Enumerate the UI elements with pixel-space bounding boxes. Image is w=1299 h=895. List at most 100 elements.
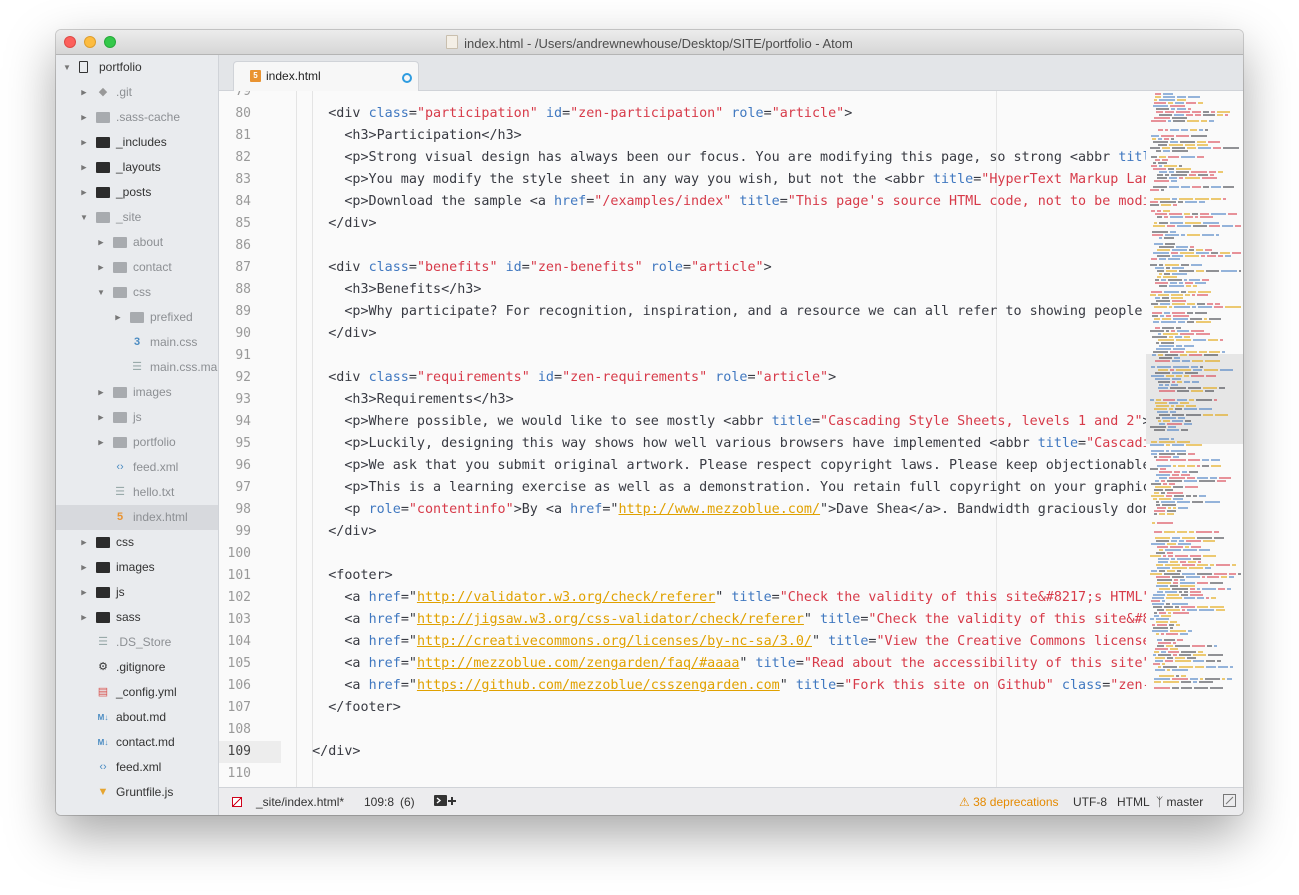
line-number[interactable]: 104 (219, 631, 251, 653)
chevron-right-icon[interactable]: ▶ (97, 258, 105, 278)
chevron-right-icon[interactable]: ▶ (80, 83, 88, 103)
deprecation-warning[interactable]: ⚠ 38 deprecations (959, 795, 1059, 809)
chevron-down-icon[interactable]: ▼ (80, 206, 89, 229)
line-number[interactable]: 98 (219, 499, 251, 521)
line-number-gutter[interactable]: 79 80 81 82 83 84 85 86 87 88 89 90 91 92 93 94 95 96 97 98… (219, 91, 281, 787)
tree-item[interactable]: 3 main.css (56, 330, 218, 355)
tab-index-html[interactable]: 5 index.html (233, 61, 419, 91)
code-line[interactable]: </footer> (296, 697, 401, 719)
tree-item[interactable]: ▶ portfolio (56, 430, 218, 455)
code-line[interactable]: <p>Why participate? For recognition, ins… (296, 301, 1146, 323)
code-line[interactable]: </div> (296, 741, 360, 763)
code-line[interactable]: <p>Download the sample <a href = "/example… (296, 191, 1146, 213)
linter-error-icon[interactable] (232, 797, 242, 807)
line-number[interactable]: 88 (219, 279, 251, 301)
diff-icon[interactable] (1223, 794, 1236, 810)
line-number[interactable]: 105 (219, 653, 251, 675)
chevron-right-icon[interactable]: ▶ (80, 133, 88, 153)
tree-item[interactable]: ▶ _posts (56, 180, 218, 205)
tree-item[interactable]: ▶ _layouts (56, 155, 218, 180)
modified-indicator-icon[interactable] (402, 73, 412, 83)
git-branch[interactable]: ᛉ master (1156, 795, 1203, 809)
chevron-down-icon[interactable]: ▼ (63, 56, 72, 79)
line-number[interactable]: 109 (219, 741, 251, 763)
line-number[interactable]: 100 (219, 543, 251, 565)
tree-item[interactable]: ▼ portfolio (56, 55, 218, 80)
tree-item[interactable]: ⚙ .gitignore (56, 655, 218, 680)
tree-item[interactable]: ‹› feed.xml (56, 455, 218, 480)
code-link[interactable]: http://creativecommons.org/licenses/by-n… (417, 634, 812, 649)
line-number[interactable]: 85 (219, 213, 251, 235)
line-number[interactable]: 90 (219, 323, 251, 345)
line-number[interactable]: 79 (219, 91, 251, 103)
text-editor[interactable]: 79 80 81 82 83 84 85 86 87 88 89 90 91 92 93 94 95 96 97 98… (219, 91, 1243, 787)
code-line[interactable]: </div> (296, 521, 376, 543)
line-number[interactable]: 107 (219, 697, 251, 719)
line-number[interactable]: 92 (219, 367, 251, 389)
line-number[interactable]: 81 (219, 125, 251, 147)
encoding[interactable]: UTF-8 (1073, 795, 1107, 809)
line-number[interactable]: 80 (219, 103, 251, 125)
code-line[interactable]: <p role="contentinfo">By <a href="http:/… (296, 499, 1146, 521)
line-number[interactable]: 102 (219, 587, 251, 609)
chevron-right-icon[interactable]: ▶ (80, 183, 88, 203)
code-line[interactable]: <p>This is a learning exercise as well a… (296, 477, 1146, 499)
tree-view[interactable]: ▼ portfolio ▶ ◆ .git ▶ .sass-cache ▶ _includes ▶ _… (56, 55, 219, 815)
code-line[interactable]: <a href="http://jigsaw.w3.org/css-valida… (296, 609, 1146, 631)
tree-item[interactable]: ▶ contact (56, 255, 218, 280)
code-line[interactable]: <footer> (296, 565, 393, 587)
line-number[interactable]: 89 (219, 301, 251, 323)
tree-item[interactable]: ▶ sass (56, 605, 218, 630)
tree-item[interactable]: M↓ contact.md (56, 730, 218, 755)
chevron-right-icon[interactable]: ▶ (97, 233, 105, 253)
tree-item[interactable]: ☰ .DS_Store (56, 630, 218, 655)
tree-item[interactable]: ▼ css (56, 280, 218, 305)
tree-item[interactable]: ‹› feed.xml (56, 755, 218, 780)
line-number[interactable]: 103 (219, 609, 251, 631)
code-line[interactable]: <div class="requirements" id="zen-requir… (296, 367, 836, 389)
chevron-right-icon[interactable]: ▶ (80, 608, 88, 628)
line-number[interactable]: 110 (219, 763, 251, 785)
tree-item[interactable]: ▼ _site (56, 205, 218, 230)
code-line[interactable]: <div class="participation" id="zen-parti… (296, 103, 852, 125)
tree-item[interactable]: ▶ js (56, 405, 218, 430)
code-line[interactable]: <p>Strong visual design has always been … (296, 147, 1146, 169)
tree-item[interactable]: ▶ images (56, 555, 218, 580)
line-number[interactable]: 94 (219, 411, 251, 433)
line-number[interactable]: 84 (219, 191, 251, 213)
grammar[interactable]: HTML (1117, 795, 1150, 809)
line-number[interactable]: 99 (219, 521, 251, 543)
tree-item[interactable]: 5 index.html (56, 505, 218, 530)
line-number[interactable]: 106 (219, 675, 251, 697)
tree-item[interactable]: ▶ about (56, 230, 218, 255)
code-line[interactable]: <a href="https://github.com/mezzoblue/cs… (296, 675, 1146, 697)
line-number[interactable]: 87 (219, 257, 251, 279)
chevron-right-icon[interactable]: ▶ (114, 308, 122, 328)
code-line[interactable]: </div> (296, 213, 376, 235)
tree-item[interactable]: ▶ _includes (56, 130, 218, 155)
line-number[interactable]: 101 (219, 565, 251, 587)
terminal-plus-icon[interactable] (434, 793, 458, 812)
chevron-right-icon[interactable]: ▶ (80, 108, 88, 128)
chevron-right-icon[interactable]: ▶ (80, 558, 88, 578)
line-number[interactable]: 97 (219, 477, 251, 499)
tree-item[interactable]: ☰ main.css.map (56, 355, 218, 380)
chevron-right-icon[interactable]: ▶ (80, 533, 88, 553)
code-line[interactable]: <div class="benefits" id="zen-benefits" … (296, 257, 771, 279)
line-number[interactable]: 86 (219, 235, 251, 257)
line-number[interactable]: 82 (219, 147, 251, 169)
chevron-right-icon[interactable]: ▶ (80, 158, 88, 178)
code-link[interactable]: https://github.com/mezzoblue/csszengarde… (417, 678, 780, 693)
code-link[interactable]: http://jigsaw.w3.org/css-validator/check… (417, 612, 804, 627)
line-number[interactable]: 108 (219, 719, 251, 741)
line-number[interactable]: 83 (219, 169, 251, 191)
chevron-right-icon[interactable]: ▶ (97, 383, 105, 403)
tree-item[interactable]: ▶ prefixed (56, 305, 218, 330)
chevron-right-icon[interactable]: ▶ (97, 433, 105, 453)
tree-item[interactable]: M↓ about.md (56, 705, 218, 730)
tree-item[interactable]: ▶ .sass-cache (56, 105, 218, 130)
tree-item[interactable]: ▶ ◆ .git (56, 80, 218, 105)
line-number[interactable]: 93 (219, 389, 251, 411)
code-line[interactable]: <p>Where possible, we would like to see … (296, 411, 1146, 433)
code-line[interactable]: </div> (296, 323, 376, 345)
